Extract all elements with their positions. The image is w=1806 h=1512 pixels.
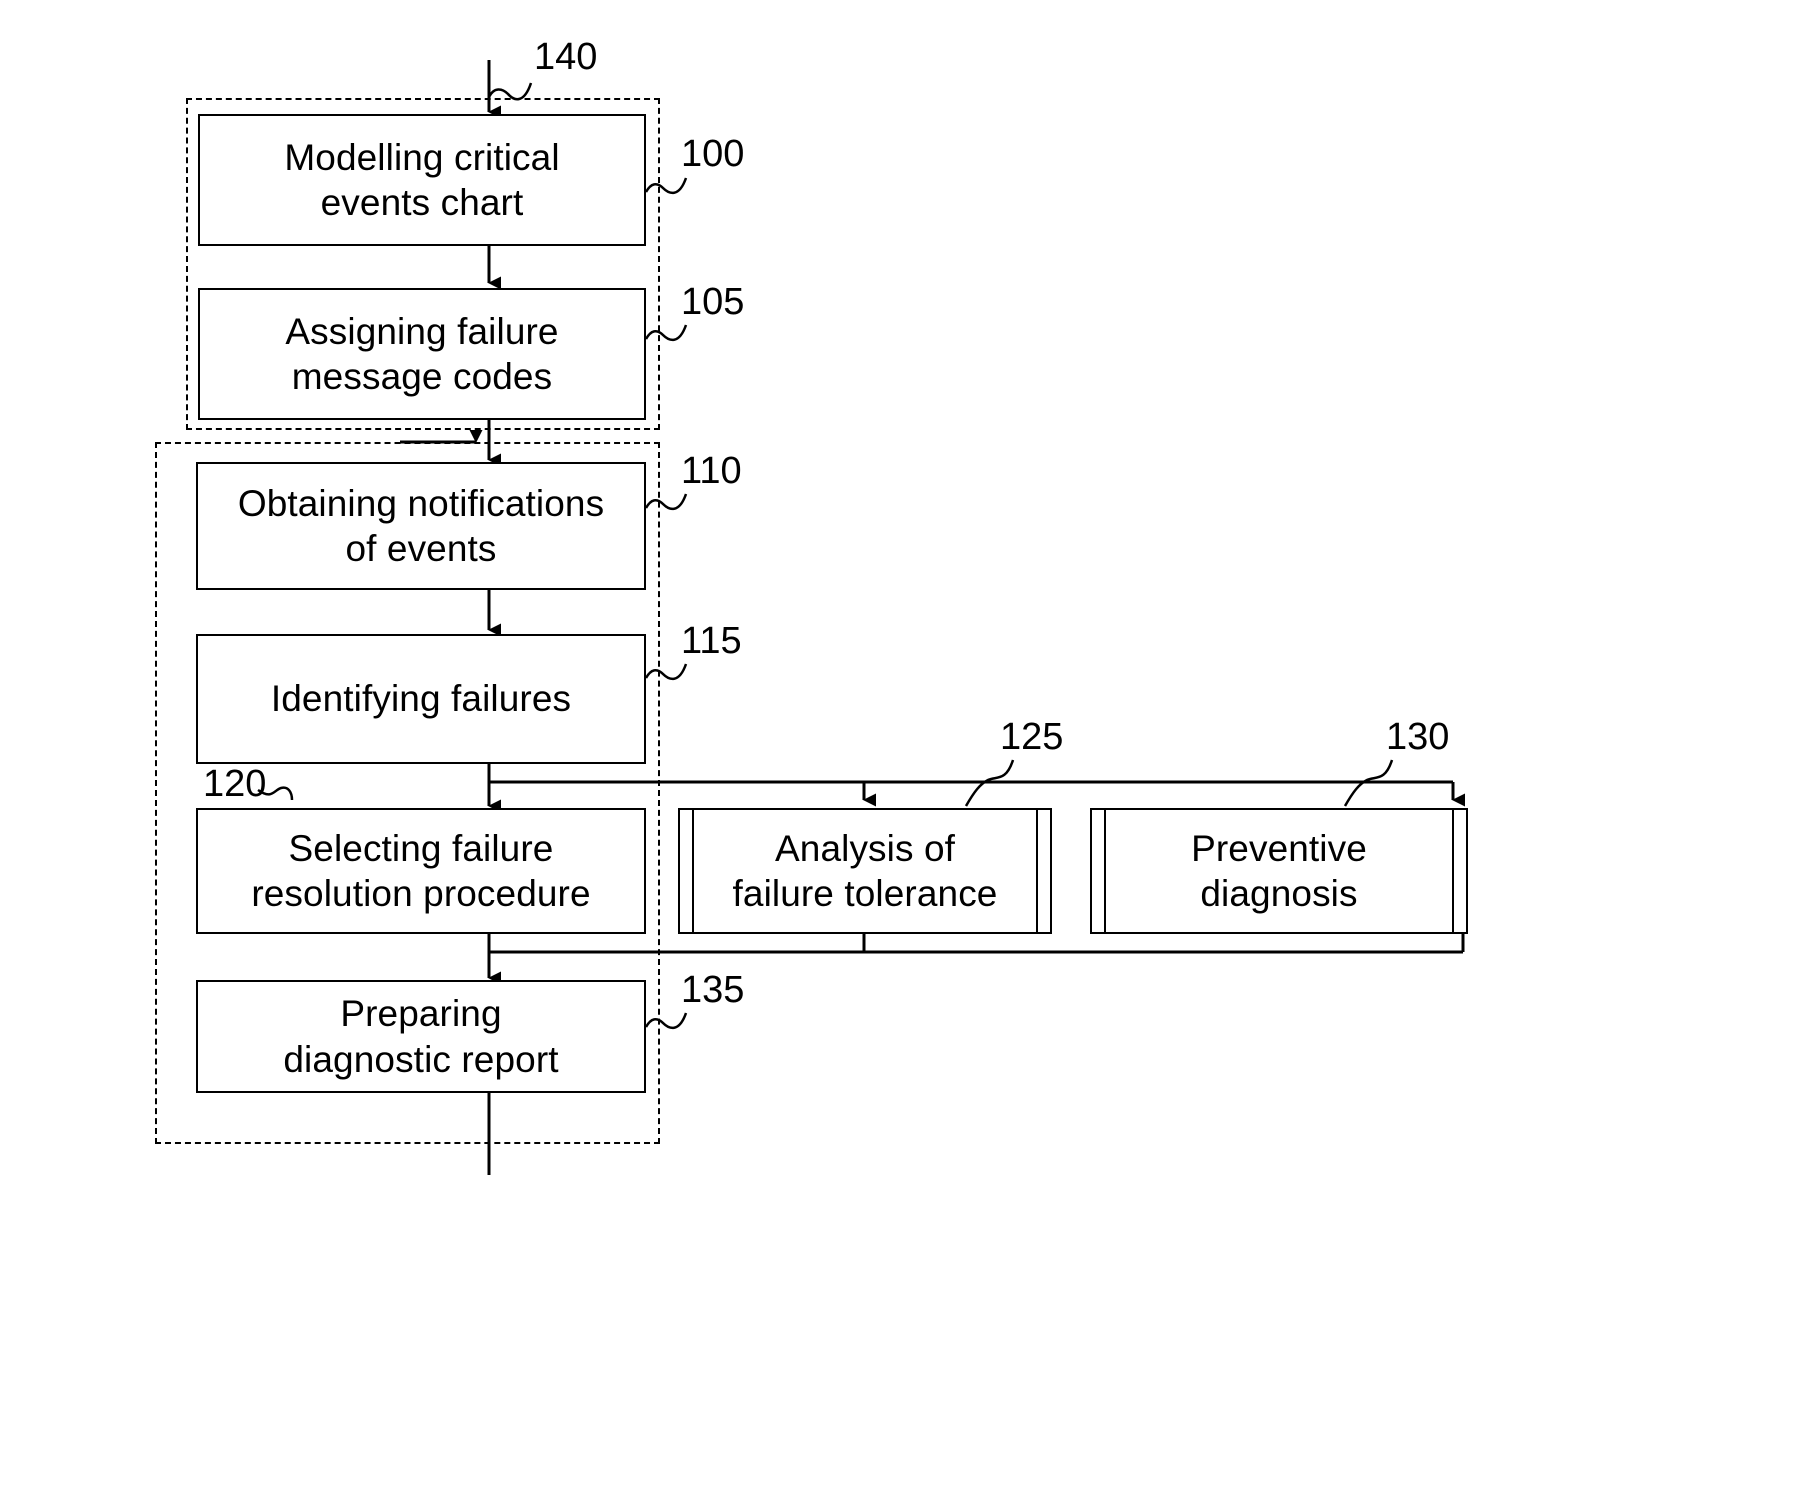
ref-numeral-115: 115 bbox=[681, 620, 742, 662]
box-135-label: Preparing diagnostic report bbox=[283, 993, 559, 1080]
box-modelling-critical-events-chart[interactable]: Modelling critical events chart bbox=[198, 114, 646, 246]
box-130-label: Preventive diagnosis bbox=[1191, 827, 1367, 914]
ref-numeral-105: 105 bbox=[681, 281, 745, 323]
ref-numeral-120: 120 bbox=[203, 763, 267, 805]
box-115-label: Identifying failures bbox=[270, 678, 572, 720]
ref-numeral-110: 110 bbox=[681, 450, 742, 492]
figure-canvas: Modelling critical events chart Assignin… bbox=[0, 0, 1806, 1512]
box-110-label: Obtaining notifications of events bbox=[237, 482, 605, 569]
leader-125 bbox=[964, 759, 1015, 807]
ref-numeral-135: 135 bbox=[681, 969, 745, 1011]
box-identifying-failures[interactable]: Identifying failures bbox=[196, 634, 646, 764]
leader-130 bbox=[1343, 759, 1394, 807]
box-preparing-diagnostic-report[interactable]: Preparing diagnostic report bbox=[196, 980, 646, 1093]
box-analysis-of-failure-tolerance[interactable]: Analysis of failure tolerance bbox=[678, 808, 1052, 934]
box-125-label: Analysis of failure tolerance bbox=[732, 827, 998, 914]
box-assigning-failure-message-codes[interactable]: Assigning failure message codes bbox=[198, 288, 646, 420]
ref-numeral-100: 100 bbox=[681, 133, 745, 175]
ref-numeral-130: 130 bbox=[1386, 716, 1450, 758]
box-obtaining-notifications-of-events[interactable]: Obtaining notifications of events bbox=[196, 462, 646, 590]
ref-numeral-125: 125 bbox=[1000, 716, 1064, 758]
box-selecting-failure-resolution-procedure[interactable]: Selecting failure resolution procedure bbox=[196, 808, 646, 934]
box-105-label: Assigning failure message codes bbox=[285, 310, 559, 397]
box-preventive-diagnosis[interactable]: Preventive diagnosis bbox=[1090, 808, 1468, 934]
leader-140 bbox=[487, 82, 533, 101]
box-120-label: Selecting failure resolution procedure bbox=[251, 827, 591, 914]
box-100-label: Modelling critical events chart bbox=[284, 136, 560, 223]
ref-numeral-140: 140 bbox=[534, 36, 598, 78]
